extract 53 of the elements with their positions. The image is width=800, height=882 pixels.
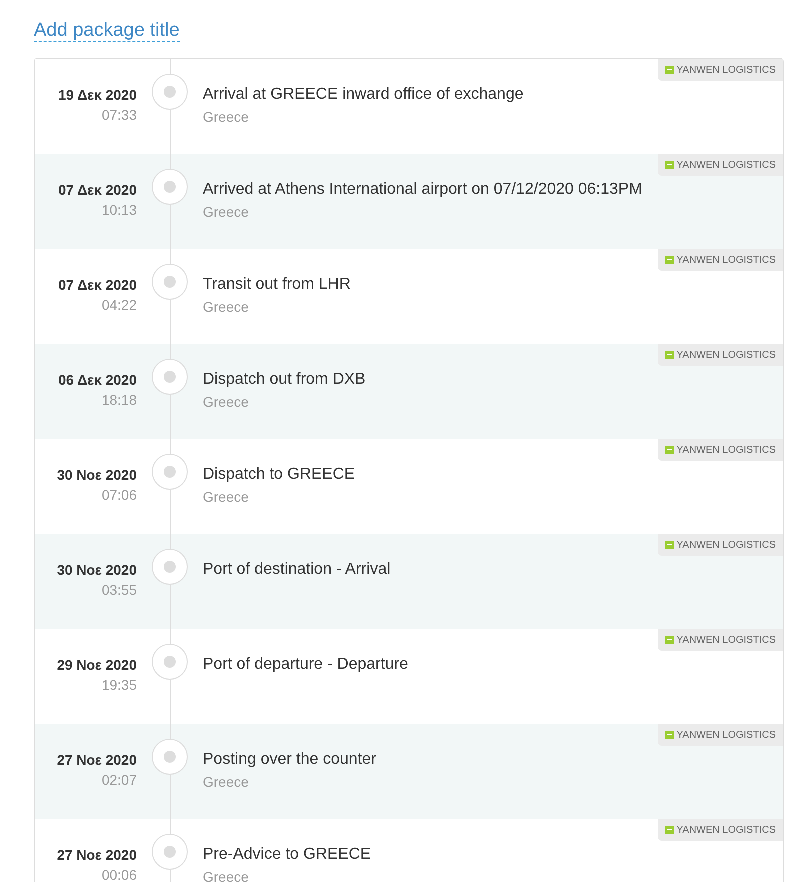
event-status: Posting over the counter	[203, 750, 376, 770]
event-date: 19 Δεκ 2020	[58, 86, 137, 104]
event-location: Greece	[203, 298, 250, 316]
carrier-tag: YANWEN LOGISTICS	[658, 249, 783, 271]
event-status: Pre-Advice to GREECE	[203, 845, 372, 865]
event-location: Greece	[203, 108, 250, 126]
event-date: 07 Δεκ 2020	[58, 181, 137, 199]
event-time: 04:22	[102, 296, 137, 314]
carrier-tag: YANWEN LOGISTICS	[658, 629, 783, 651]
event-location: Greece	[203, 868, 250, 882]
event-time: 07:33	[102, 106, 137, 124]
add-title-link[interactable]: Add package title	[34, 20, 180, 42]
event-date: 07 Δεκ 2020	[58, 276, 137, 294]
event-time: 03:55	[102, 581, 137, 599]
carrier-logo-icon	[664, 256, 674, 264]
event-status: Transit out from LHR	[203, 275, 351, 295]
event-time: 19:35	[102, 676, 137, 694]
carrier-tag: YANWEN LOGISTICS	[658, 819, 783, 841]
event-location: Greece	[203, 773, 250, 791]
event-status: Arrived at Athens International airport on 07/12/2020 06:13PM	[203, 180, 642, 200]
event-time: 10:13	[102, 201, 137, 219]
event-date: 06 Δεκ 2020	[58, 371, 137, 389]
event-date: 27 Νοε 2020	[57, 751, 137, 769]
carrier-logo-icon	[664, 731, 674, 739]
carrier-logo-icon	[664, 446, 674, 454]
event-status: Port of destination - Arrival	[203, 560, 391, 580]
carrier-tag: YANWEN LOGISTICS	[658, 154, 783, 176]
event-status: Dispatch to GREECE	[203, 465, 356, 485]
carrier-logo-icon	[664, 541, 674, 549]
carrier-logo-icon	[664, 66, 674, 74]
event-time: 02:07	[102, 771, 137, 789]
carrier-logo-icon	[664, 161, 674, 169]
event-time: 18:18	[102, 391, 137, 409]
event-location: Greece	[203, 203, 250, 221]
event-date: 29 Νοε 2020	[57, 656, 137, 674]
carrier-tag: YANWEN LOGISTICS	[658, 724, 783, 746]
carrier-logo-icon	[664, 636, 674, 644]
carrier-logo-icon	[664, 826, 674, 834]
event-status: Port of departure - Departure	[203, 655, 408, 675]
event-date: 30 Νοε 2020	[57, 466, 137, 484]
event-status: Arrival at GREECE inward office of exchange	[203, 85, 524, 105]
event-location: Greece	[203, 393, 250, 411]
event-date: 27 Νοε 2020	[57, 846, 137, 864]
event-date: 30 Νοε 2020	[57, 561, 137, 579]
carrier-tag: YANWEN LOGISTICS	[658, 534, 783, 556]
event-status: Dispatch out from DXB	[203, 370, 366, 390]
carrier-tag: YANWEN LOGISTICS	[658, 439, 783, 461]
event-time: 07:06	[102, 486, 137, 504]
carrier-logo-icon	[664, 351, 674, 359]
event-time: 00:06	[102, 866, 137, 882]
carrier-tag: YANWEN LOGISTICS	[658, 59, 783, 81]
event-location: Greece	[203, 488, 250, 506]
carrier-tag: YANWEN LOGISTICS	[658, 344, 783, 366]
